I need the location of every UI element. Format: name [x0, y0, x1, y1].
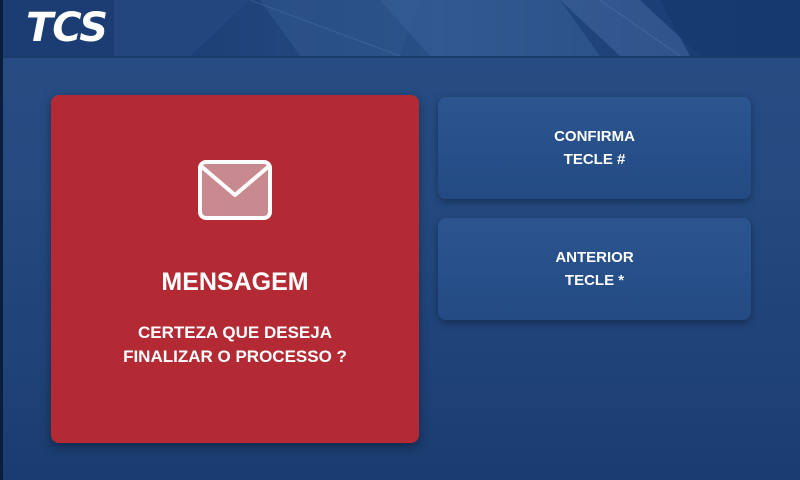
kiosk-screen: TCS MENSAGEM CERTEZA QUE DESEJA FINALIZA… — [0, 0, 800, 480]
confirm-button-label: CONFIRMA — [554, 128, 635, 145]
envelope-icon — [198, 160, 272, 220]
message-title: MENSAGEM — [161, 268, 309, 296]
back-button-key-hint: TECLE * — [564, 272, 625, 289]
tcs-logo: TCS — [26, 5, 108, 51]
back-button[interactable]: ANTERIOR TECLE * — [438, 218, 751, 320]
header-banner: TCS — [0, 0, 800, 56]
header-divider — [0, 56, 800, 58]
confirm-button[interactable]: CONFIRMA TECLE # — [438, 97, 751, 199]
message-panel: MENSAGEM CERTEZA QUE DESEJA FINALIZAR O … — [51, 95, 419, 443]
confirm-button-key-hint: TECLE # — [563, 151, 626, 168]
message-line-2: FINALIZAR O PROCESSO ? — [123, 347, 347, 366]
message-body: CERTEZA QUE DESEJA FINALIZAR O PROCESSO … — [51, 321, 419, 369]
message-line-1: CERTEZA QUE DESEJA — [138, 323, 332, 342]
back-button-label: ANTERIOR — [555, 249, 634, 266]
logo-container: TCS — [0, 0, 114, 56]
header-background-graphic — [114, 0, 800, 56]
